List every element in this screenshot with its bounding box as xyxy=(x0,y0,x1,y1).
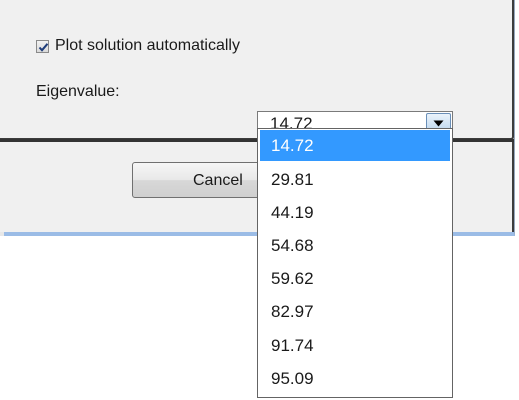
eigenvalue-label: Eigenvalue: xyxy=(36,83,120,100)
eigenvalue-option[interactable]: 91.74 xyxy=(260,330,450,361)
plot-solution-checkbox[interactable] xyxy=(36,39,49,53)
eigenvalue-option[interactable]: 54.68 xyxy=(260,230,450,261)
eigenvalue-option[interactable]: 29.81 xyxy=(260,164,450,195)
eigenvalue-option[interactable]: 82.97 xyxy=(260,296,450,327)
screenshot-stage: Plot solution automatically Eigenvalue: … xyxy=(0,0,519,400)
plot-solution-row[interactable]: Plot solution automatically xyxy=(36,35,240,57)
plot-solution-label: Plot solution automatically xyxy=(55,37,240,54)
cancel-button-label: Cancel xyxy=(193,172,243,189)
eigenvalue-option[interactable]: 95.09 xyxy=(260,363,450,394)
eigenvalue-option[interactable]: 14.72 xyxy=(260,130,450,161)
chevron-down-icon xyxy=(433,120,444,126)
eigenvalue-option[interactable]: 59.62 xyxy=(260,263,450,294)
eigenvalue-option[interactable]: 44.19 xyxy=(260,197,450,228)
checkmark-icon xyxy=(38,42,49,52)
eigenvalue-dropdown-list: 14.72 29.81 44.19 54.68 59.62 82.97 91.7… xyxy=(257,128,453,398)
